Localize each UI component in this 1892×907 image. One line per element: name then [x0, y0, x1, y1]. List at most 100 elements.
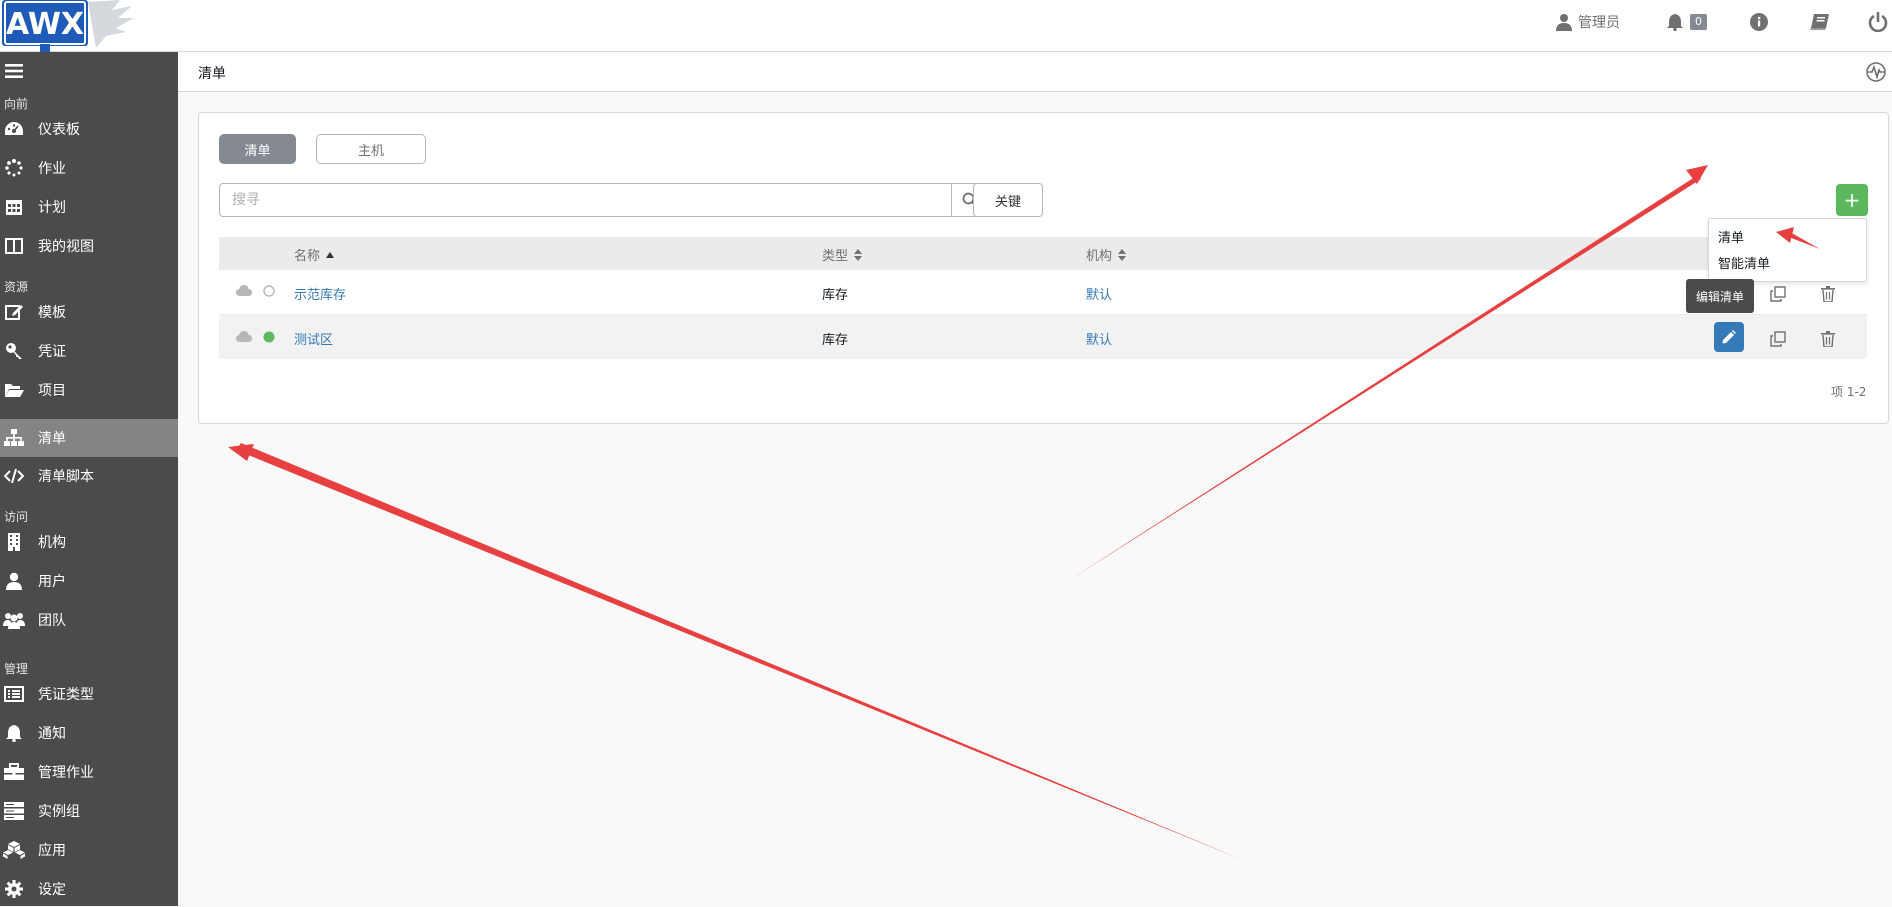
- inventories-panel: 清单 主机 关键 + 名称 类型 机构 示范库存 库存 默认: [198, 112, 1889, 424]
- sidebar-item-templates[interactable]: 模板: [0, 294, 178, 330]
- folder-open-icon: [2, 380, 26, 400]
- briefcase-icon: [2, 762, 26, 782]
- key-icon: [2, 341, 26, 361]
- logout-button[interactable]: [1868, 10, 1888, 34]
- sidebar-item-management-jobs[interactable]: 管理作业: [0, 754, 178, 790]
- dropdown-item-inventory[interactable]: 清单: [1718, 227, 1744, 246]
- column-header-label: 类型: [822, 249, 849, 264]
- inventory-name-link[interactable]: 示范库存: [294, 284, 346, 303]
- copy-button[interactable]: [1764, 325, 1792, 353]
- column-header-name[interactable]: 名称: [294, 245, 335, 264]
- tab-hosts[interactable]: 主机: [316, 134, 426, 164]
- breadcrumb: 清单: [178, 52, 1892, 92]
- user-name: 管理员: [1578, 15, 1620, 31]
- sidebar-item-settings[interactable]: 设定: [0, 871, 178, 907]
- sidebar-item-label: 清单: [38, 431, 66, 447]
- sidebar-section-views: 向前: [4, 97, 29, 111]
- sort-icon: [854, 248, 863, 261]
- notification-count-badge: 0: [1690, 14, 1707, 30]
- inventory-name-link[interactable]: 测试区: [294, 329, 333, 348]
- calendar-icon: [2, 197, 26, 217]
- delete-button[interactable]: [1814, 280, 1842, 308]
- add-button[interactable]: +: [1836, 184, 1868, 216]
- sidebar-item-label: 项目: [38, 383, 66, 399]
- sidebar-item-credential-types[interactable]: 凭证类型: [0, 676, 178, 712]
- search-input[interactable]: [219, 183, 952, 217]
- cog-icon: [2, 879, 26, 899]
- info-circle-icon: [1750, 13, 1768, 31]
- inventory-organization-link[interactable]: 默认: [1086, 329, 1112, 348]
- column-header-type[interactable]: 类型: [822, 245, 863, 264]
- sidebar-item-projects[interactable]: 项目: [0, 372, 178, 408]
- awx-logo[interactable]: AWX: [0, 0, 138, 52]
- sidebar-item-label: 凭证: [38, 344, 66, 360]
- sidebar-item-label: 机构: [38, 535, 66, 551]
- sidebar-item-inventory-scripts[interactable]: 清单脚本: [0, 458, 178, 494]
- sidebar-section-administration: 管理: [4, 662, 29, 676]
- dropdown-item-smart-inventory[interactable]: 智能清单: [1718, 253, 1770, 272]
- sidebar-item-label: 我的视图: [38, 239, 94, 255]
- about-button[interactable]: [1750, 10, 1768, 34]
- sidebar-item-teams[interactable]: 团队: [0, 602, 178, 638]
- server-icon: [2, 801, 26, 821]
- add-dropdown-menu: 清单 智能清单: [1708, 218, 1867, 282]
- cloud-icon: [236, 285, 252, 296]
- logo-text: AWX: [6, 7, 84, 42]
- sidebar-item-dashboard[interactable]: 仪表板: [0, 111, 178, 147]
- edit-tooltip: 编辑清单: [1686, 279, 1754, 313]
- table-header: 名称 类型 机构: [219, 237, 1867, 270]
- spinner-icon: [2, 158, 26, 178]
- sidebar-item-label: 作业: [38, 161, 66, 177]
- sidebar-item-label: 清单脚本: [38, 469, 94, 485]
- sidebar-item-organizations[interactable]: 机构: [0, 524, 178, 560]
- sidebar-item-label: 团队: [38, 613, 66, 629]
- sidebar-item-inventories[interactable]: 清单: [0, 419, 178, 457]
- book-icon: [1810, 14, 1829, 30]
- code-icon: [2, 466, 26, 486]
- sidebar-item-instance-groups[interactable]: 实例组: [0, 793, 178, 829]
- trash-icon: [1821, 286, 1835, 302]
- sidebar-item-label: 通知: [38, 726, 66, 742]
- key-button[interactable]: 关键: [973, 183, 1043, 217]
- sidebar-item-schedules[interactable]: 计划: [0, 189, 178, 225]
- list-alt-icon: [2, 684, 26, 704]
- breadcrumb-current: 清单: [198, 66, 226, 82]
- documentation-button[interactable]: [1810, 10, 1830, 34]
- sidebar-section-access: 访问: [4, 510, 29, 524]
- activity-stream-button[interactable]: [1866, 62, 1886, 86]
- pagination-label: 项 1-2: [1831, 385, 1867, 399]
- inventory-type: 库存: [822, 288, 849, 303]
- sidebar-toggle-button[interactable]: [0, 53, 178, 89]
- notifications-button[interactable]: 0: [1666, 10, 1707, 34]
- edit-button[interactable]: [1714, 322, 1744, 352]
- delete-button[interactable]: [1814, 325, 1842, 353]
- trash-icon: [1821, 331, 1835, 347]
- activity-stream-icon: [1866, 62, 1886, 82]
- sidebar-item-applications[interactable]: 应用: [0, 832, 178, 868]
- column-header-organization[interactable]: 机构: [1086, 245, 1127, 264]
- inventory-organization-link[interactable]: 默认: [1086, 284, 1112, 303]
- pencil-icon: [1722, 330, 1736, 344]
- user-icon: [2, 571, 26, 591]
- user-menu[interactable]: 管理员: [1556, 10, 1620, 34]
- sidebar-item-label: 仪表板: [38, 122, 80, 138]
- power-off-icon: [1868, 12, 1888, 32]
- copy-button[interactable]: [1764, 280, 1792, 308]
- sidebar-item-users[interactable]: 用户: [0, 563, 178, 599]
- table-row: 示范库存 库存 默认: [219, 270, 1867, 315]
- tab-inventories[interactable]: 清单: [219, 134, 296, 164]
- sidebar-item-jobs[interactable]: 作业: [0, 150, 178, 186]
- copy-icon: [1770, 331, 1786, 347]
- copy-icon: [1770, 286, 1786, 302]
- sidebar-item-my-view[interactable]: 我的视图: [0, 228, 178, 264]
- annotation-arrow-to-panel: [228, 443, 1243, 860]
- sidebar-item-notifications[interactable]: 通知: [0, 715, 178, 751]
- cloud-icon: [236, 331, 252, 342]
- sidebar: 向前 仪表板 作业 计划 我的视图 资源 模板 凭证 项目 清单 清单脚本 访问…: [0, 52, 178, 906]
- sidebar-item-label: 应用: [38, 843, 66, 859]
- sidebar-item-credentials[interactable]: 凭证: [0, 333, 178, 369]
- top-navbar: AWX 管理员 0: [0, 0, 1892, 52]
- edit-icon: [2, 302, 26, 322]
- user-icon: [1556, 14, 1572, 31]
- sort-icon: [1118, 248, 1127, 261]
